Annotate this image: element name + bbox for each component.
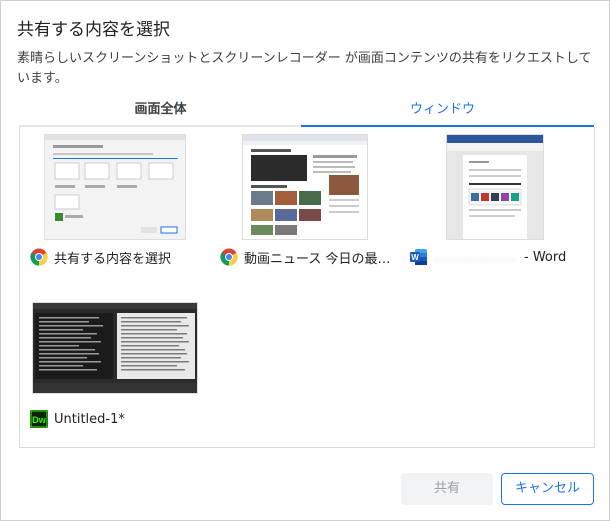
window-label: 動画ニュース 今日の最… (220, 247, 390, 267)
window-thumbnail (33, 303, 197, 393)
chrome-icon (30, 248, 48, 266)
tab-entire-screen[interactable]: 画面全体 (19, 97, 302, 125)
tab-bar: 画面全体 ウィンドウ (19, 97, 594, 127)
share-dialog: 共有する内容を選択 素晴らしいスクリーンショットとスクリーンレコーダー が画面コ… (0, 0, 610, 521)
share-button[interactable]: 共有 (401, 473, 493, 505)
word-icon: W (410, 249, 427, 265)
window-item[interactable]: W ……………… - Word (400, 127, 590, 277)
window-title: 共有する内容を選択 (54, 251, 172, 267)
svg-text:Dw: Dw (32, 415, 46, 425)
window-thumbnail (447, 135, 543, 239)
dialog-title: 共有する内容を選択 (17, 20, 170, 40)
window-thumbnail (45, 135, 185, 239)
cancel-button[interactable]: キャンセル (501, 473, 594, 505)
window-label: W ……………… - Word (410, 247, 566, 267)
window-item[interactable]: 共有する内容を選択 (20, 127, 210, 277)
window-label: 共有する内容を選択 (30, 247, 171, 267)
dialog-footer: 共有 キャンセル (1, 457, 609, 520)
window-list-panel: 共有する内容を選択 動画ニュース 今日の最… W ……………… - Word D… (19, 127, 595, 448)
dreamweaver-icon: Dw (30, 410, 48, 428)
chrome-icon (220, 248, 238, 266)
window-title: Untitled-1* (54, 411, 125, 427)
window-item[interactable]: Dw Untitled-1* (20, 287, 210, 437)
window-thumbnail (243, 135, 367, 239)
window-label: Dw Untitled-1* (30, 409, 125, 429)
dialog-description: 素晴らしいスクリーンショットとスクリーンレコーダー が画面コンテンツの共有をリク… (17, 51, 592, 86)
window-title: - Word (524, 249, 567, 265)
window-item[interactable]: 動画ニュース 今日の最… (210, 127, 400, 277)
window-title-redacted: ……………… (434, 249, 518, 265)
window-title: 動画ニュース 今日の最… (244, 251, 391, 267)
svg-text:W: W (411, 253, 419, 262)
tab-window[interactable]: ウィンドウ (301, 97, 584, 125)
